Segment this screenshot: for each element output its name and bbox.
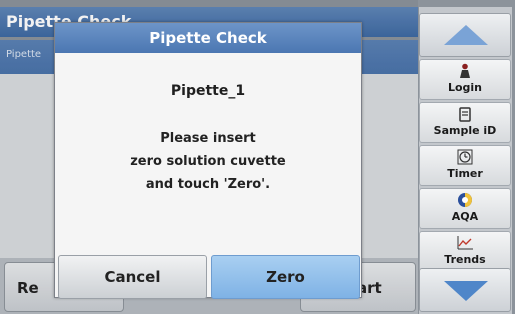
arrow-down-icon — [444, 281, 488, 301]
scroll-down-button[interactable] — [419, 268, 511, 312]
message-line-1: Please insert — [160, 131, 256, 146]
sample-id-icon — [420, 106, 510, 124]
sample-id-button[interactable]: Sample iD — [419, 102, 511, 143]
trends-button[interactable]: Trends — [419, 231, 511, 272]
timer-icon — [420, 149, 510, 167]
aqa-button[interactable]: AQA — [419, 188, 511, 229]
pipette-name: Pipette_1 — [170, 83, 246, 99]
trends-label: Trends — [444, 253, 486, 266]
right-sidebar: Login Sample iD Timer AQA Trends — [419, 7, 512, 314]
timer-button[interactable]: Timer — [419, 145, 511, 186]
arrow-up-icon — [444, 25, 488, 45]
sample-id-label: Sample iD — [433, 124, 497, 137]
zero-button[interactable]: Zero — [211, 255, 360, 299]
dialog-message: Please insert zero solution cuvette and … — [55, 127, 361, 196]
login-label: Login — [447, 81, 483, 94]
message-line-2: zero solution cuvette — [130, 154, 286, 169]
aqa-label: AQA — [451, 210, 479, 223]
scroll-up-button[interactable] — [419, 13, 511, 57]
trends-icon — [420, 235, 510, 253]
aqa-icon — [420, 192, 510, 210]
timer-label: Timer — [447, 167, 483, 180]
dialog-title: Pipette Check — [55, 23, 361, 53]
pipette-check-dialog: Pipette Check Pipette_1 Please insert ze… — [54, 22, 362, 299]
person-icon — [420, 63, 510, 81]
message-line-3: and touch 'Zero'. — [145, 177, 271, 192]
cancel-button[interactable]: Cancel — [58, 255, 207, 299]
login-button[interactable]: Login — [419, 59, 511, 100]
screen: Pipette Check Pipette Re art Login Sampl… — [0, 0, 515, 314]
